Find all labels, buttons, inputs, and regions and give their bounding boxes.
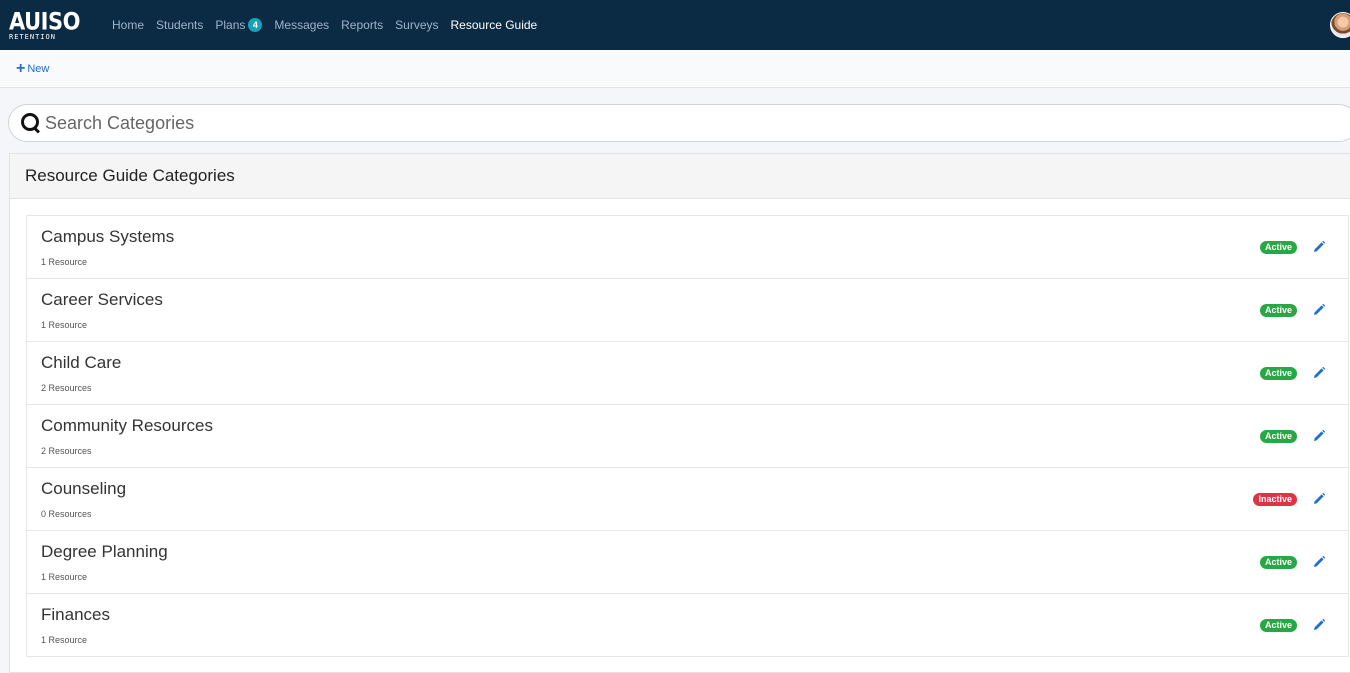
nav-home-label: Home [112,18,145,32]
category-name: Degree Planning [41,542,168,561]
resource-count: 2 Resources [41,446,92,456]
resource-count: 1 Resource [41,635,88,645]
status-badge: Active [1259,619,1297,632]
nav-messages[interactable]: Messages [274,18,329,32]
category-list: Campus Systems 1 Resource Active Career … [26,215,1349,657]
pencil-icon[interactable] [1312,429,1326,443]
nav-messages-label: Messages [274,18,330,32]
pencil-icon[interactable] [1312,555,1326,569]
list-item[interactable]: Finances 1 Resource Active [27,594,1348,657]
pencil-icon[interactable] [1312,366,1326,380]
resource-count: 2 Resources [41,383,92,393]
nav-home[interactable]: Home [112,18,144,32]
resource-count: 1 Resource [41,257,88,267]
category-name: Career Services [41,290,163,309]
list-item[interactable]: Counseling 0 Resources Inactive [27,468,1348,531]
category-name: Child Care [41,353,122,372]
category-name: Community Resources [41,416,213,435]
search-bar [8,104,1350,142]
status-badge: Active [1259,556,1297,569]
brand-name: AUISO [9,7,80,35]
search-icon [21,113,41,133]
list-item[interactable]: Child Care 2 Resources Active [27,342,1348,405]
nav-students-label: Students [156,18,204,32]
status-badge: Inactive [1253,493,1297,506]
list-item[interactable]: Career Services 1 Resource Active [27,279,1348,342]
main-nav: Home Students Plans 4 Messages Reports Su… [112,18,549,32]
brand-logo[interactable]: AUISO RETENTION [0,7,112,41]
card-title: Resource Guide Categories [10,154,1350,199]
resource-count: 1 Resource [41,320,88,330]
nav-reports[interactable]: Reports [341,18,383,32]
list-item[interactable]: Degree Planning 1 Resource Active [27,531,1348,594]
categories-card: Resource Guide Categories Campus Systems… [9,153,1350,673]
pencil-icon[interactable] [1312,492,1326,506]
resource-count: 1 Resource [41,572,88,582]
category-name: Campus Systems [41,227,175,246]
plans-count-badge: 4 [248,18,263,32]
nav-resource-guide-label: Resource Guide [450,18,538,32]
nav-surveys[interactable]: Surveys [395,18,438,32]
list-item[interactable]: Campus Systems 1 Resource Active [27,216,1348,279]
pencil-icon[interactable] [1312,618,1326,632]
user-avatar[interactable] [1330,12,1350,38]
nav-plans[interactable]: Plans 4 [215,18,263,32]
nav-surveys-label: Surveys [395,18,439,32]
status-badge: Active [1259,430,1297,443]
nav-reports-label: Reports [341,18,384,32]
category-name: Finances [41,605,110,624]
pencil-icon[interactable] [1312,240,1326,254]
nav-resource-guide[interactable]: Resource Guide [451,18,538,32]
new-button-label: New [27,62,50,75]
nav-students[interactable]: Students [156,18,203,32]
plus-icon: + [16,59,26,77]
action-toolbar: + New [0,50,1350,88]
new-button[interactable]: + New [16,59,50,77]
search-input[interactable] [43,111,843,135]
status-badge: Active [1259,241,1297,254]
category-name: Counseling [41,479,127,498]
pencil-icon[interactable] [1312,303,1326,317]
resource-count: 0 Resources [41,509,92,519]
status-badge: Active [1259,367,1297,380]
list-item[interactable]: Community Resources 2 Resources Active [27,405,1348,468]
nav-plans-label: Plans [215,18,246,32]
top-navbar: AUISO RETENTION Home Students Plans 4 Mes… [0,0,1350,50]
status-badge: Active [1259,304,1297,317]
